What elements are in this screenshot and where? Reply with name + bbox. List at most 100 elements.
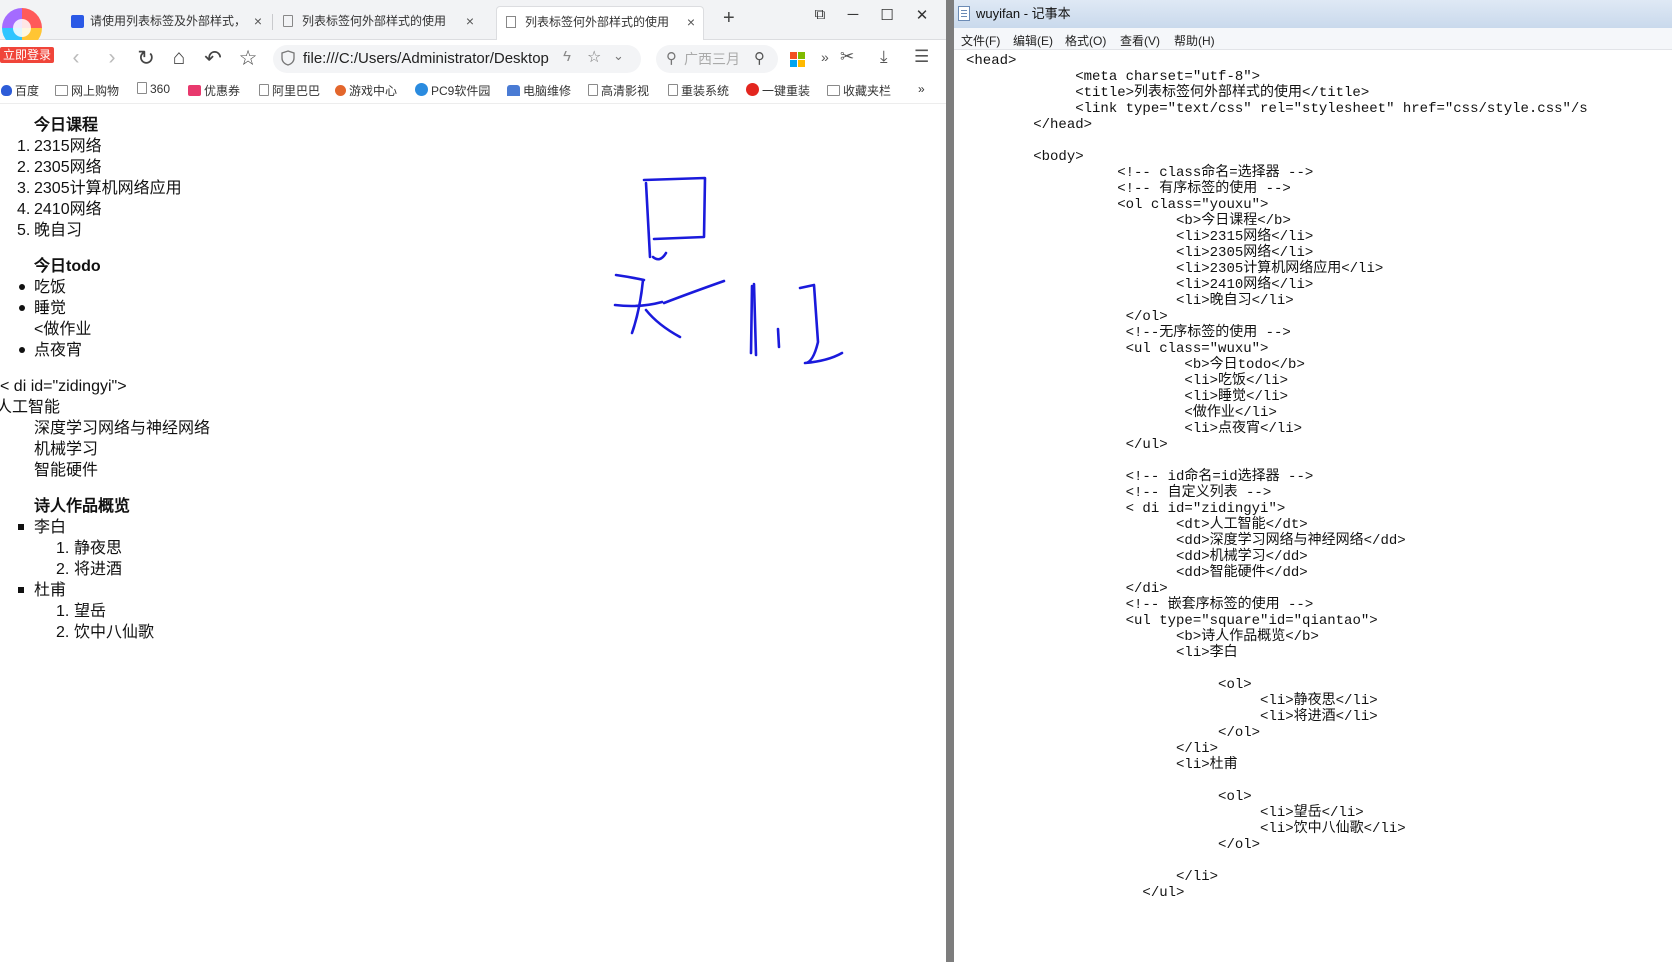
home-button[interactable]: ⌂ (166, 46, 192, 70)
tab-title: 列表标签何外部样式的使用 (302, 14, 447, 28)
code-line: </di> (966, 581, 1168, 597)
bookmarks-more-icon[interactable]: » (918, 82, 925, 96)
search-input[interactable]: 广西三月 (684, 45, 742, 73)
flash-icon[interactable]: ϟ (563, 48, 571, 65)
forward-button[interactable]: › (99, 46, 125, 70)
bookmark-item[interactable]: 高清影视 (588, 82, 649, 99)
bookmark-label: 优惠券 (204, 84, 241, 98)
scissors-icon[interactable]: ✂ (840, 47, 854, 67)
code-line: <li>晚自习</li> (966, 293, 1294, 309)
undo-close-button[interactable]: ↶ (200, 46, 226, 71)
new-tab-button[interactable]: + (723, 7, 735, 30)
login-badge[interactable]: 立即登录 (0, 47, 55, 63)
tab-2[interactable]: 列表标签何外部样式的使用 × (274, 6, 482, 40)
code-line: </ol> (966, 309, 1168, 325)
back-button[interactable]: ‹ (63, 46, 89, 70)
tab-3-active[interactable]: 列表标签何外部样式的使用 × (496, 6, 704, 40)
bookmark-item[interactable]: 重装系统 (668, 82, 729, 99)
code-line: <head> (966, 53, 1017, 69)
code-line: <li>李白 (966, 645, 1238, 661)
unordered-list-title: 今日todo (34, 258, 101, 275)
list-item: 杜甫 (34, 582, 67, 599)
notepad-text-area[interactable]: <head> <meta charset="utf-8"> <title>列表标… (954, 50, 1672, 962)
menu-file[interactable]: 文件(F) (961, 32, 1000, 49)
minimize-button[interactable]: ─ (838, 6, 868, 23)
list-number: 4. (17, 201, 31, 218)
more-icon[interactable]: » (821, 49, 829, 65)
list-number: 2. (17, 159, 31, 176)
notepad-window: wuyifan - 记事本 文件(F) 编辑(E) 格式(O) 查看(V) 帮助… (954, 0, 1672, 962)
tomato-icon (746, 83, 759, 96)
tab-close-icon[interactable]: × (466, 6, 474, 36)
bookmark-label: 高清影视 (601, 84, 650, 98)
download-icon[interactable]: ⤓ (880, 47, 888, 67)
search-button[interactable]: ⚲ (754, 49, 765, 67)
tab-1[interactable]: 请使用列表标签及外部样式， × (62, 6, 270, 40)
bookmark-label: 网上购物 (71, 84, 120, 98)
page-icon (506, 16, 516, 28)
bookmark-item[interactable]: 游戏中心 (335, 82, 397, 99)
code-line: <dd>深度学习网络与神经网络</dd> (966, 533, 1406, 549)
maximize-button[interactable]: ☐ (872, 6, 902, 24)
nested-item: 饮中八仙歌 (74, 624, 155, 641)
menu-icon[interactable]: ☰ (914, 47, 929, 67)
bookmark-item[interactable]: 收藏夹栏 (827, 82, 891, 99)
code-line: <li>2305计算机网络应用</li> (966, 261, 1384, 277)
skin-icon[interactable]: ⧉ (805, 6, 835, 23)
list-bullet (19, 305, 25, 311)
list-item: 2410网络 (34, 201, 102, 218)
page-icon (668, 84, 678, 96)
raw-di-text: < di id="zidingyi"> (0, 378, 127, 395)
close-button[interactable]: ✕ (907, 6, 937, 24)
tab-close-icon[interactable]: × (687, 7, 695, 37)
bookmark-item[interactable]: 网上购物 (55, 82, 119, 99)
code-line: <!-- 有序标签的使用 --> (966, 181, 1291, 197)
navigation-toolbar: ‹ › ↻ ⌂ ↶ ☆ file:///C:/Users/Administrat… (0, 40, 946, 78)
notepad-icon (958, 6, 970, 21)
bookmark-item[interactable]: 电脑维修 (507, 82, 571, 99)
code-line: <ol> (966, 677, 1252, 693)
notepad-title: wuyifan - 记事本 (976, 6, 1071, 21)
apps-grid-icon[interactable] (790, 52, 805, 67)
menu-format[interactable]: 格式(O) (1065, 32, 1106, 49)
folder-icon (55, 85, 68, 96)
favorite-button[interactable]: ☆ (235, 46, 261, 71)
bookmark-item[interactable]: 百度 (1, 82, 39, 99)
bookmark-item[interactable]: 一键重装 (746, 82, 810, 99)
tab-close-icon[interactable]: × (254, 6, 262, 36)
tab-title: 请使用列表标签及外部样式， (90, 14, 247, 28)
bookmark-item[interactable]: 优惠券 (188, 82, 240, 99)
code-line: <ol> (966, 789, 1252, 805)
definition-desc: 深度学习网络与神经网络 (34, 420, 211, 437)
tab-title: 列表标签何外部样式的使用 (525, 15, 670, 29)
url-text[interactable]: file:///C:/Users/Administrator/Desktop (303, 45, 553, 73)
search-box[interactable]: ⚲ 广西三月 ⚲ (656, 45, 778, 73)
menu-help[interactable]: 帮助(H) (1174, 32, 1215, 49)
list-item: 李白 (34, 519, 67, 536)
menu-edit[interactable]: 编辑(E) (1013, 32, 1053, 49)
code-line: <li>点夜宵</li> (966, 421, 1303, 437)
code-line: <li>吃饭</li> (966, 373, 1289, 389)
code-line: <li>2305网络</li> (966, 245, 1314, 261)
bookmark-label: PC9软件园 (431, 84, 491, 98)
bookmark-label: 一键重装 (762, 84, 811, 98)
bookmark-item[interactable]: PC9软件园 (415, 82, 490, 99)
bookmark-label: 百度 (15, 84, 40, 98)
reload-button[interactable]: ↻ (133, 46, 159, 71)
list-bullet (19, 284, 25, 290)
list-number: 5. (17, 222, 31, 239)
bookmark-star-icon[interactable]: ☆ (587, 47, 601, 67)
ordered-list-title: 今日课程 (34, 117, 99, 134)
nested-item: 望岳 (74, 603, 107, 620)
bookmark-item[interactable]: 360 (137, 82, 170, 96)
shield-icon (281, 50, 295, 66)
bookmark-item[interactable]: 阿里巴巴 (259, 82, 320, 99)
code-line: <li>将进酒</li> (966, 709, 1378, 725)
address-bar[interactable]: file:///C:/Users/Administrator/Desktop ϟ… (273, 45, 641, 73)
menu-view[interactable]: 查看(V) (1120, 32, 1160, 49)
pc9-icon (415, 83, 428, 96)
code-line: </ol> (966, 837, 1261, 853)
chevron-down-icon[interactable]: ⌄ (613, 48, 624, 64)
list-bullet (18, 587, 24, 593)
code-line: <li>2410网络</li> (966, 277, 1314, 293)
